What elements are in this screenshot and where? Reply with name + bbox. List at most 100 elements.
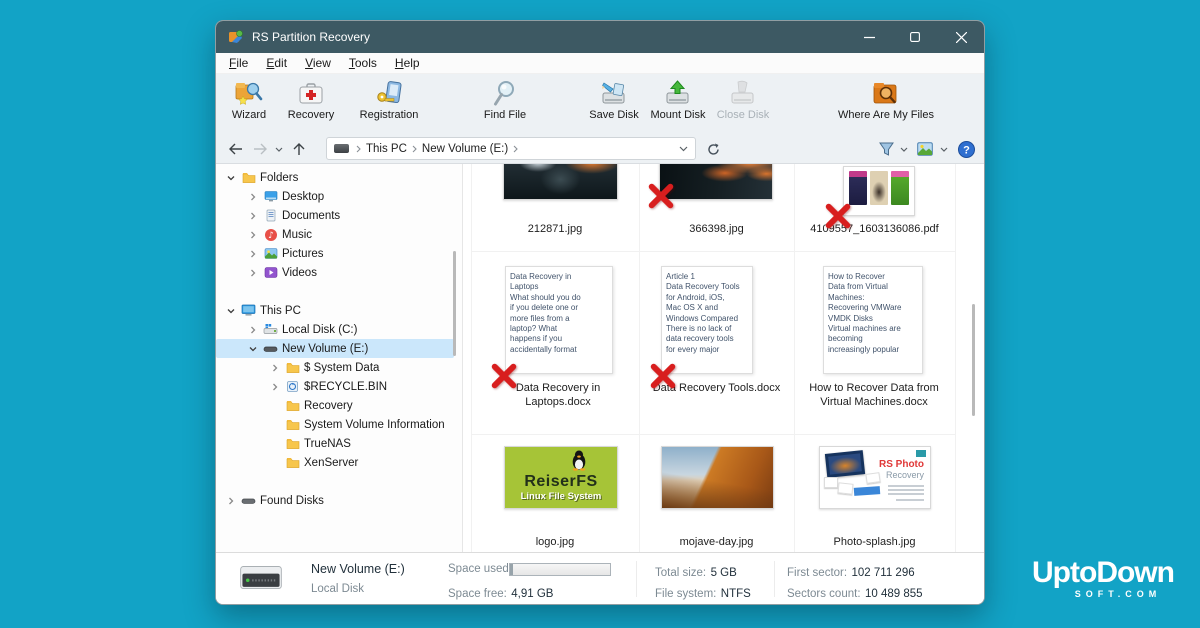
file-name[interactable]: How to Recover Data from Virtual Machine… <box>799 381 949 410</box>
tux-penguin-icon <box>570 449 588 476</box>
thumb-logo-subtitle: Linux File System <box>521 491 602 502</box>
file-thumbnail-pdf[interactable] <box>843 166 915 216</box>
maximize-button[interactable] <box>892 21 938 53</box>
thumb-splash-title: RS Photo <box>879 459 924 470</box>
file-name[interactable]: Photo-splash.jpg <box>794 535 955 549</box>
save-disk-button[interactable]: Save Disk <box>584 79 644 121</box>
menubar: File Edit View Tools Help <box>216 53 984 74</box>
sidebar-item-recycle-bin[interactable]: $RECYCLE.BIN <box>216 377 454 396</box>
minimize-button[interactable] <box>846 21 892 53</box>
menu-item-edit[interactable]: Edit <box>257 56 296 70</box>
up-button[interactable] <box>288 134 310 164</box>
file-thumbnail-doc-tools[interactable]: Article 1 Data Recovery Tools for Androi… <box>661 266 753 374</box>
menu-item-view[interactable]: View <box>296 56 340 70</box>
sidebar-item-local-disk-c[interactable]: Local Disk (C:) <box>216 320 454 339</box>
file-thumbnail-doc-laptops[interactable]: Data Recovery in Laptops What should you… <box>505 266 613 374</box>
sidebar-item-found-disks[interactable]: Found Disks <box>216 491 454 510</box>
chevron-right-icon[interactable] <box>268 380 281 393</box>
status-file-system-label: File system: <box>655 588 716 600</box>
file-name[interactable]: 366398.jpg <box>639 222 794 236</box>
file-thumbnail-mojave[interactable] <box>661 446 774 509</box>
chevron-right-icon[interactable] <box>246 266 259 279</box>
chevron-right-icon[interactable] <box>224 494 237 507</box>
tree-scrollbar[interactable] <box>453 251 456 356</box>
chevron-down-icon[interactable] <box>224 171 237 184</box>
sidebar-item-new-volume-e[interactable]: New Volume (E:) <box>216 339 454 358</box>
grid-scrollbar[interactable] <box>972 304 975 416</box>
folder-icon <box>285 360 300 375</box>
local-disk-icon <box>263 322 278 337</box>
file-name[interactable]: 212871.jpg <box>471 222 639 236</box>
filter-dropdown-button[interactable] <box>897 134 911 164</box>
help-button[interactable]: ? <box>954 134 978 164</box>
chevron-right-icon[interactable] <box>246 323 259 336</box>
file-thumbnail-doc-vm[interactable]: How to Recover Data from Virtual Machine… <box>823 266 923 374</box>
chevron-down-icon[interactable] <box>246 342 259 355</box>
chevron-right-icon[interactable] <box>246 209 259 222</box>
forward-button[interactable] <box>249 134 271 164</box>
chevron-down-icon[interactable] <box>224 304 237 317</box>
toolbar-label: Close Disk <box>717 109 770 121</box>
registration-button[interactable]: Registration <box>352 79 426 121</box>
chevron-right-icon[interactable] <box>268 361 281 374</box>
breadcrumb-chevron-icon <box>356 145 361 153</box>
filter-button[interactable] <box>876 134 896 164</box>
statusbar: New Volume (E:) Local Disk Space used: S… <box>216 552 984 604</box>
sidebar-item-system-volume-information[interactable]: System Volume Information <box>216 415 454 434</box>
recycle-bin-icon <box>285 379 300 394</box>
view-dropdown-button[interactable] <box>937 134 951 164</box>
file-thumbnail-212871[interactable] <box>503 164 618 200</box>
mount-disk-button[interactable]: Mount Disk <box>645 79 711 121</box>
file-thumbnail-logo[interactable]: ReiserFS Linux File System <box>504 446 618 509</box>
pdf-poster-3 <box>891 171 909 205</box>
history-dropdown-button[interactable] <box>271 134 287 164</box>
picture-view-icon <box>917 142 933 156</box>
sidebar-item-music[interactable]: ♪ Music <box>216 225 454 244</box>
view-mode-button[interactable] <box>914 134 936 164</box>
status-sectors-count-label: Sectors count: <box>787 588 861 600</box>
chevron-down-icon <box>679 146 688 152</box>
file-name[interactable]: logo.jpg <box>471 535 639 549</box>
recovery-icon <box>298 79 324 107</box>
toolbar-label: Mount Disk <box>650 109 705 121</box>
sidebar-item-truenas[interactable]: TrueNAS <box>216 434 454 453</box>
sidebar-item-xenserver[interactable]: XenServer <box>216 453 454 472</box>
sidebar-item-pictures[interactable]: Pictures <box>216 244 454 263</box>
splash-text-line <box>888 489 924 491</box>
chevron-right-icon[interactable] <box>246 247 259 260</box>
chevron-right-icon[interactable] <box>246 190 259 203</box>
breadcrumb-this-pc[interactable]: This PC <box>366 143 407 155</box>
sidebar-item-system-data[interactable]: $ System Data <box>216 358 454 377</box>
sidebar-item-documents[interactable]: Documents <box>216 206 454 225</box>
folder-icon <box>285 417 300 432</box>
file-thumbnail-photo-splash[interactable]: RS Photo Recovery <box>819 446 931 509</box>
address-dropdown-button[interactable] <box>679 146 688 152</box>
find-file-button[interactable]: Find File <box>478 79 532 121</box>
wizard-button[interactable]: Wizard <box>226 79 272 121</box>
file-name[interactable]: mojave-day.jpg <box>639 535 794 549</box>
registration-icon <box>376 79 402 107</box>
space-used-fill <box>510 564 513 575</box>
file-thumbnail-366398[interactable] <box>659 164 773 200</box>
sidebar-item-folders[interactable]: Folders <box>216 168 454 187</box>
splash-text-line <box>888 493 924 495</box>
menu-item-file[interactable]: File <box>220 56 257 70</box>
address-bar[interactable]: This PC New Volume (E:) <box>326 137 696 160</box>
close-button[interactable] <box>938 21 984 53</box>
splash-photo <box>824 477 838 488</box>
watermark-subtitle: SOFT.COM <box>1018 589 1188 599</box>
sidebar-item-desktop[interactable]: Desktop <box>216 187 454 206</box>
menu-item-help[interactable]: Help <box>386 56 429 70</box>
breadcrumb-new-volume[interactable]: New Volume (E:) <box>422 143 508 155</box>
back-button[interactable] <box>224 134 246 164</box>
sidebar-item-recovery[interactable]: Recovery <box>216 396 454 415</box>
where-are-my-files-button[interactable]: Where Are My Files <box>828 79 944 121</box>
menu-item-tools[interactable]: Tools <box>340 56 386 70</box>
sidebar-item-videos[interactable]: Videos <box>216 263 454 282</box>
refresh-button[interactable] <box>702 134 724 164</box>
file-name[interactable]: 4109557_1603136086.pdf <box>794 222 955 236</box>
watermark-title: UptoDown <box>1018 558 1188 588</box>
chevron-right-icon[interactable] <box>246 228 259 241</box>
recovery-button[interactable]: Recovery <box>282 79 340 121</box>
sidebar-item-this-pc[interactable]: This PC <box>216 301 454 320</box>
